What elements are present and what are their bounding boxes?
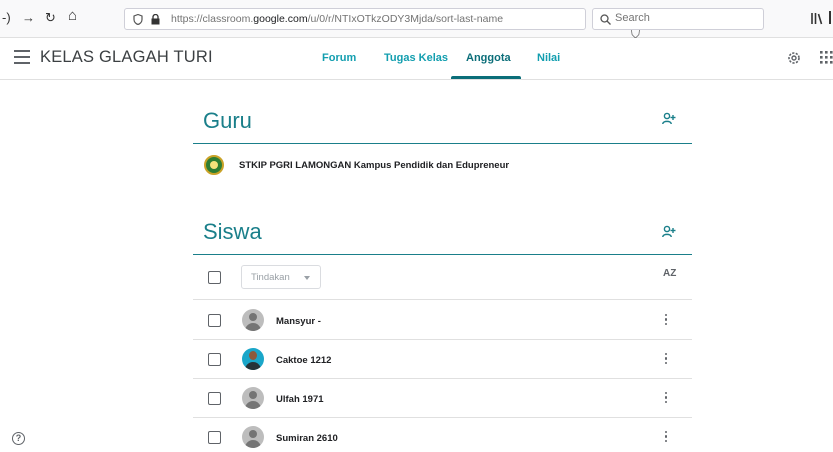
- search-icon: [600, 14, 611, 25]
- more-vert-icon[interactable]: [664, 392, 668, 405]
- shield-icon: [133, 14, 143, 25]
- tab-forum[interactable]: Forum: [322, 52, 356, 64]
- student-checkbox[interactable]: [208, 353, 221, 366]
- student-checkbox[interactable]: [208, 431, 221, 444]
- student-checkbox[interactable]: [208, 314, 221, 327]
- row-divider: [193, 299, 692, 300]
- select-all-checkbox[interactable]: [208, 271, 221, 284]
- row-divider: [193, 378, 692, 379]
- search-input[interactable]: [615, 12, 755, 24]
- home-icon[interactable]: ⌂: [68, 7, 77, 25]
- tab-grades[interactable]: Nilai: [537, 52, 560, 64]
- toolbar-overflow-edge: [829, 11, 831, 24]
- students-section-title: Siswa: [203, 219, 262, 244]
- help-icon[interactable]: ?: [12, 432, 25, 445]
- more-vert-icon[interactable]: [664, 314, 668, 327]
- teachers-divider: [193, 143, 692, 144]
- teacher-avatar: [204, 155, 224, 175]
- chevron-down-icon: [304, 276, 310, 280]
- student-name[interactable]: Caktoe 1212: [276, 355, 331, 366]
- invite-teacher-icon[interactable]: [662, 112, 676, 126]
- browser-toolbar: -) → ↻ ⌂ https://classroom.google.com/u/…: [0, 0, 833, 56]
- url-text: https://classroom.google.com/u/0/r/NTIxO…: [171, 13, 504, 25]
- active-tab-indicator: [451, 76, 521, 79]
- avatar: [242, 348, 264, 370]
- more-vert-icon[interactable]: [664, 353, 668, 366]
- students-divider: [193, 254, 692, 255]
- classroom-header: KELAS GLAGAH TURI Forum Tugas Kelas Angg…: [0, 38, 833, 80]
- avatar: [242, 309, 264, 331]
- settings-icon[interactable]: [786, 50, 802, 66]
- reload-icon[interactable]: ↻: [45, 9, 56, 27]
- back-icon[interactable]: -): [2, 9, 11, 27]
- invite-student-icon[interactable]: [662, 225, 676, 239]
- browser-search-box[interactable]: [592, 8, 764, 30]
- url-bar[interactable]: https://classroom.google.com/u/0/r/NTIxO…: [124, 8, 649, 56]
- forward-icon[interactable]: →: [22, 9, 35, 27]
- row-divider: [193, 339, 692, 340]
- actions-dropdown[interactable]: Tindakan: [241, 265, 321, 289]
- teachers-section-title: Guru: [203, 108, 252, 133]
- menu-icon[interactable]: [14, 50, 30, 64]
- sort-az-icon[interactable]: AZ: [663, 268, 676, 279]
- student-name[interactable]: Ulfah 1971: [276, 394, 324, 405]
- apps-grid-icon[interactable]: [820, 51, 833, 64]
- teacher-name[interactable]: STKIP PGRI LAMONGAN Kampus Pendidik dan …: [239, 160, 509, 171]
- avatar: [242, 426, 264, 448]
- student-name[interactable]: Mansyur -: [276, 316, 321, 327]
- tab-classwork[interactable]: Tugas Kelas: [384, 52, 448, 64]
- row-divider: [193, 417, 692, 418]
- tab-people[interactable]: Anggota: [466, 52, 511, 64]
- student-name[interactable]: Sumiran 2610: [276, 433, 338, 444]
- student-checkbox[interactable]: [208, 392, 221, 405]
- class-title: KELAS GLAGAH TURI: [40, 48, 213, 66]
- avatar: [242, 387, 264, 409]
- library-icon[interactable]: [810, 11, 824, 25]
- more-vert-icon[interactable]: [664, 431, 668, 444]
- actions-label: Tindakan: [251, 272, 290, 283]
- lock-icon: [151, 14, 160, 25]
